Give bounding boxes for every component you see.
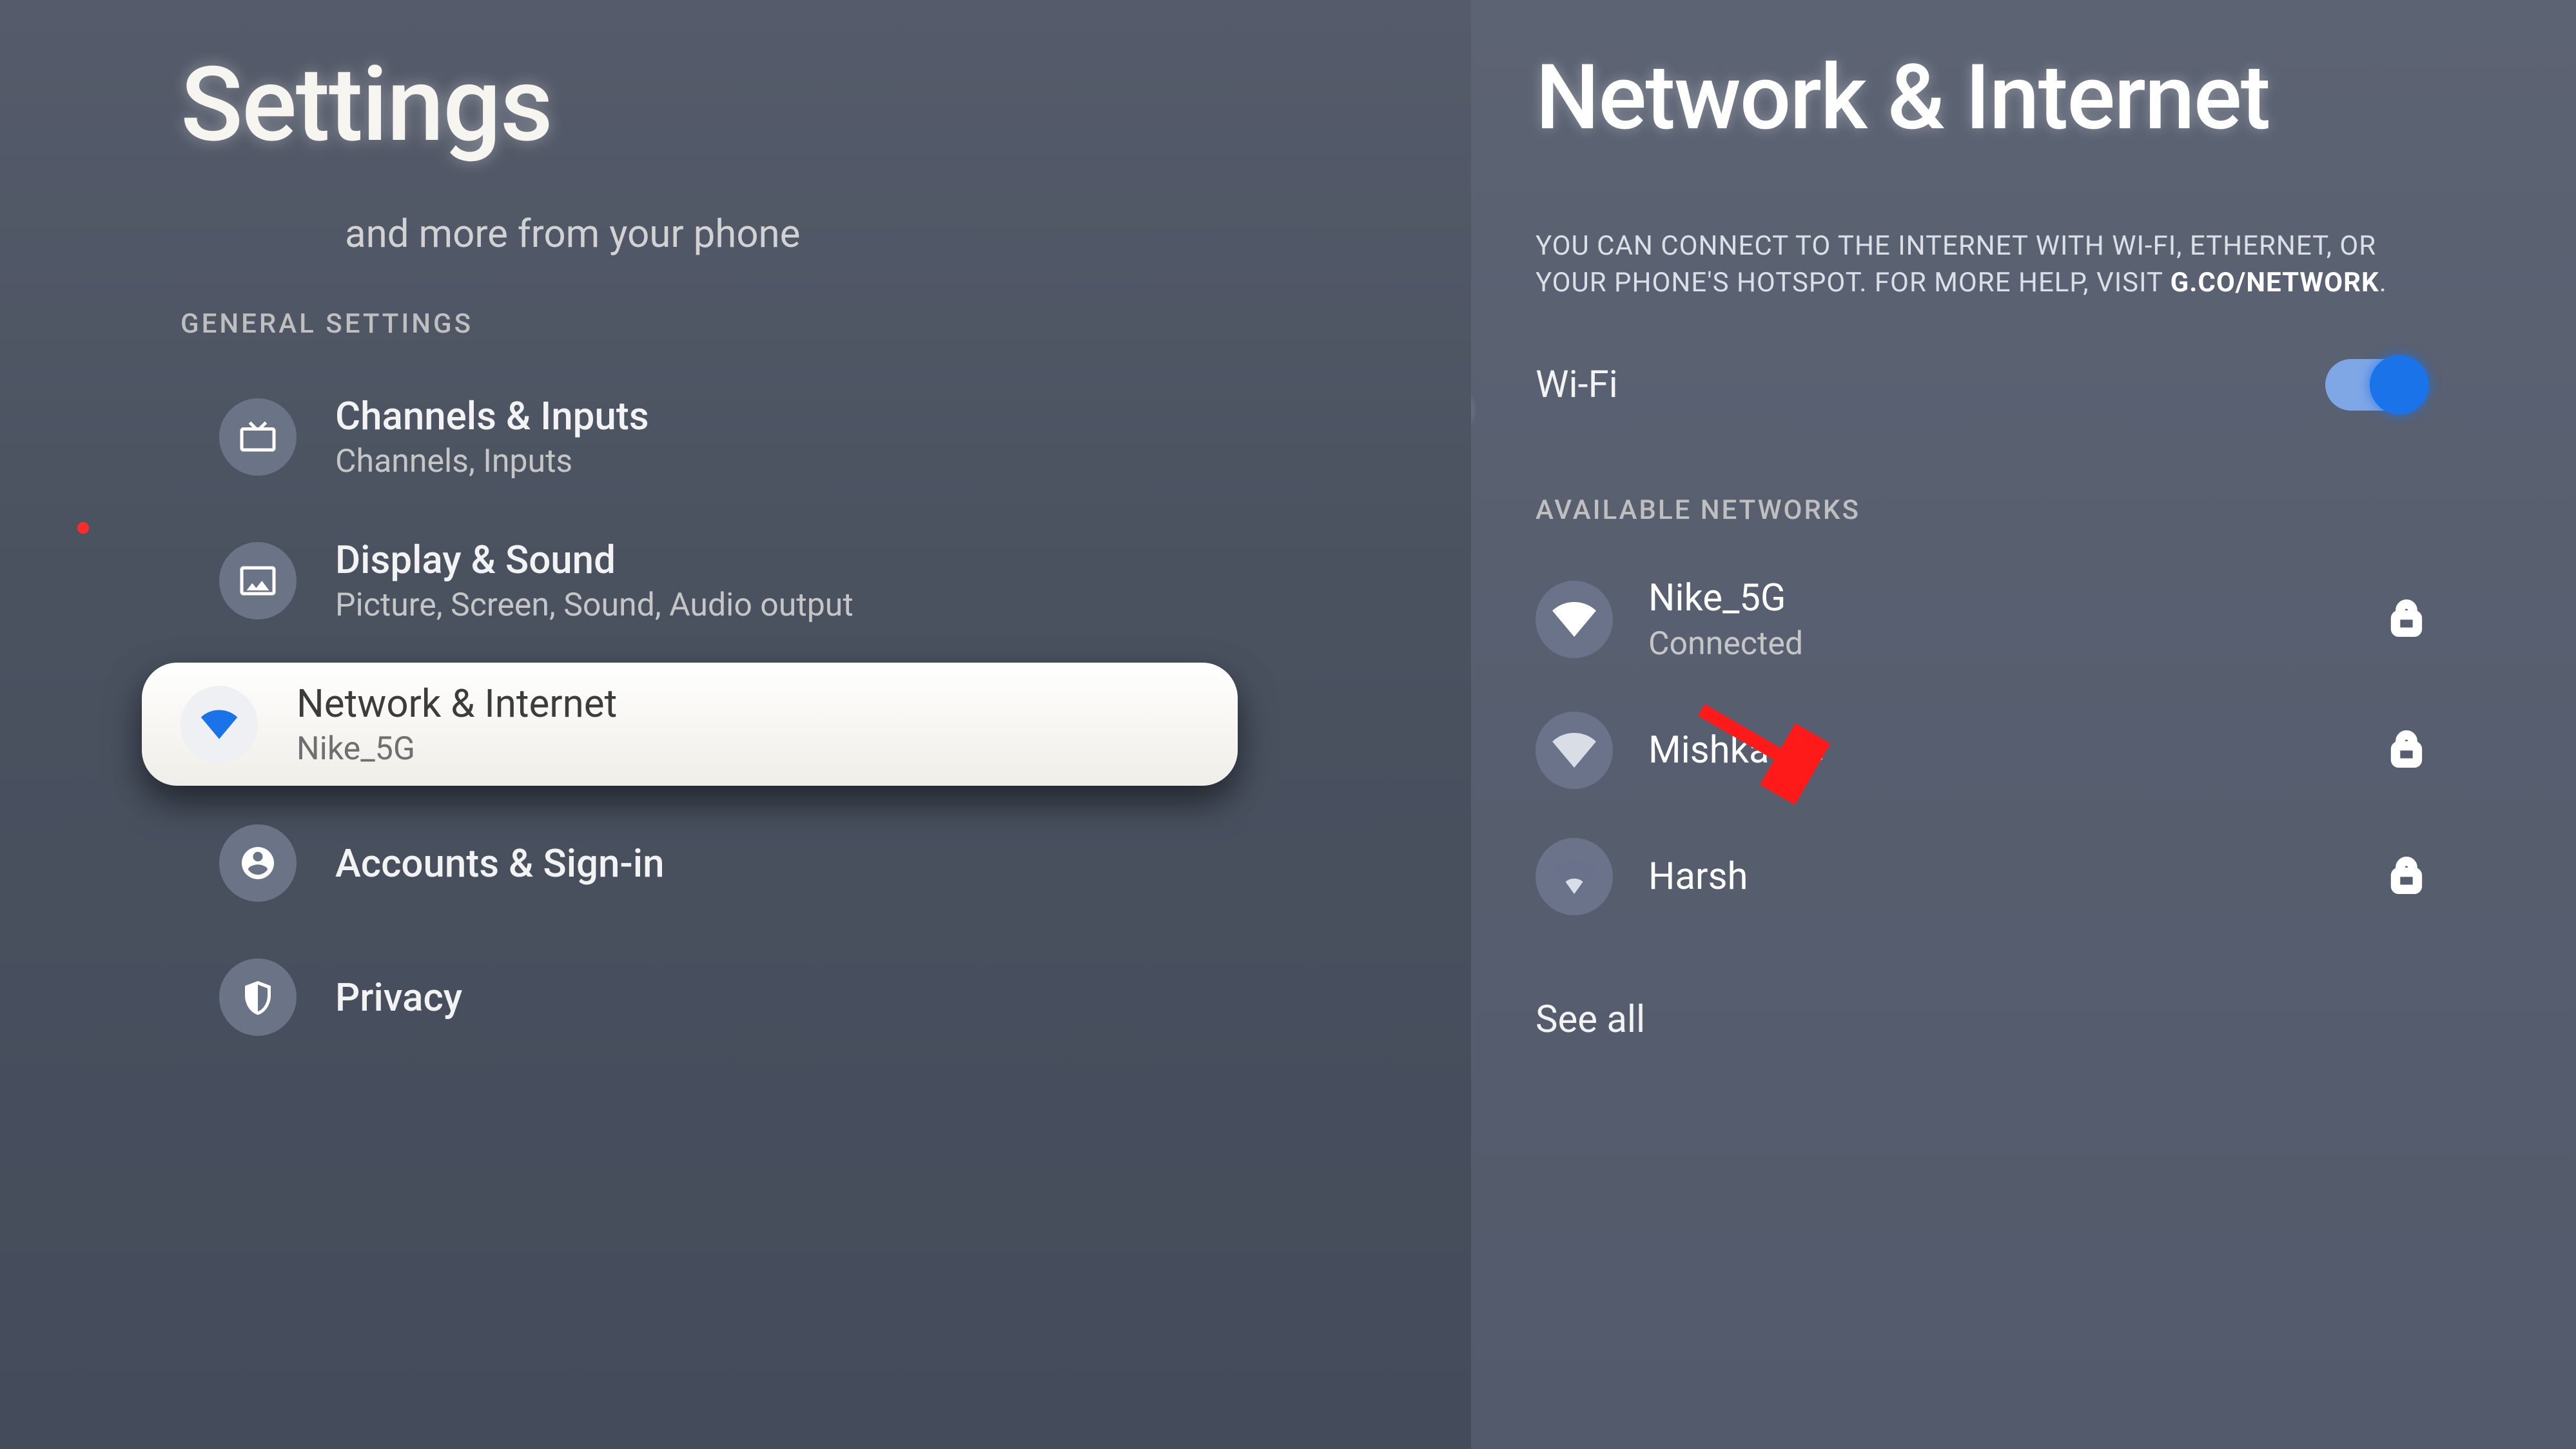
wifi-toggle[interactable] [2325, 359, 2425, 411]
page-title: Settings [181, 45, 1471, 166]
wifi-weak-icon [1536, 838, 1613, 915]
account-icon [219, 824, 297, 902]
network-item-connected[interactable]: Nike_5G Connected [1536, 552, 2425, 687]
lock-icon [2388, 730, 2425, 770]
network-text: Harsh [1648, 855, 2352, 899]
shield-icon [219, 958, 297, 1036]
wifi-full-icon [1536, 581, 1613, 658]
lock-icon [2388, 599, 2425, 639]
network-list: Nike_5G Connected Mishka 4G [1536, 552, 2425, 940]
menu-item-subtitle: Picture, Screen, Sound, Audio output [335, 587, 854, 624]
menu-item-text: Channels & Inputs Channels, Inputs [335, 393, 649, 480]
helper-text-post: . [2379, 267, 2387, 298]
lock-icon [2388, 857, 2425, 897]
wifi-icon [181, 686, 258, 763]
menu-item-text: Accounts & Sign-in [335, 841, 665, 886]
image-icon [219, 542, 297, 619]
menu-item-title: Accounts & Sign-in [335, 841, 665, 886]
menu-item-channels-inputs[interactable]: Channels & Inputs Channels, Inputs [181, 375, 1276, 498]
menu-item-text: Network & Internet Nike_5G [297, 681, 617, 768]
network-internet-pane: Network & Internet YOU CAN CONNECT TO TH… [1471, 0, 2576, 1449]
section-header-general: GENERAL SETTINGS [181, 308, 1471, 340]
helper-link[interactable]: G.CO/NETWORK [2171, 267, 2379, 298]
network-ssid: Nike_5G [1648, 576, 2352, 620]
menu-item-title: Privacy [335, 975, 462, 1020]
menu-item-title: Network & Internet [297, 681, 617, 726]
menu-item-text: Display & Sound Picture, Screen, Sound, … [335, 537, 854, 624]
menu-item-display-sound[interactable]: Display & Sound Picture, Screen, Sound, … [181, 519, 1276, 642]
page-title: Network & Internet [1536, 45, 2576, 151]
network-item[interactable]: Harsh [1536, 813, 2425, 940]
network-item[interactable]: Mishka 4G [1536, 687, 2425, 813]
wifi-full-icon [1536, 712, 1613, 789]
helper-text: YOU CAN CONNECT TO THE INTERNET WITH WI-… [1536, 228, 2425, 301]
wifi-label: Wi-Fi [1536, 363, 1618, 407]
menu-item-subtitle: Nike_5G [297, 730, 617, 768]
menu-item-network-internet[interactable]: Network & Internet Nike_5G [142, 663, 1238, 786]
network-ssid: Harsh [1648, 855, 2352, 899]
toggle-knob [2370, 355, 2429, 414]
truncated-prev-item-subtitle: and more from your phone [345, 211, 1471, 257]
menu-item-title: Display & Sound [335, 537, 854, 583]
network-state: Connected [1648, 625, 2352, 663]
network-text: Nike_5G Connected [1648, 576, 2352, 663]
menu-item-accounts-signin[interactable]: Accounts & Sign-in [181, 806, 1276, 920]
settings-menu: Channels & Inputs Channels, Inputs Displ… [181, 375, 1471, 1054]
settings-pane: Settings and more from your phone GENERA… [0, 0, 1471, 1449]
menu-item-privacy[interactable]: Privacy [181, 940, 1276, 1054]
menu-item-text: Privacy [335, 975, 462, 1020]
tv-icon [219, 398, 297, 476]
menu-item-title: Channels & Inputs [335, 393, 649, 439]
wifi-toggle-row[interactable]: Wi-Fi [1536, 359, 2425, 411]
menu-item-subtitle: Channels, Inputs [335, 443, 649, 480]
see-all-button[interactable]: See all [1536, 998, 2576, 1042]
section-header-available: AVAILABLE NETWORKS [1536, 494, 2576, 526]
